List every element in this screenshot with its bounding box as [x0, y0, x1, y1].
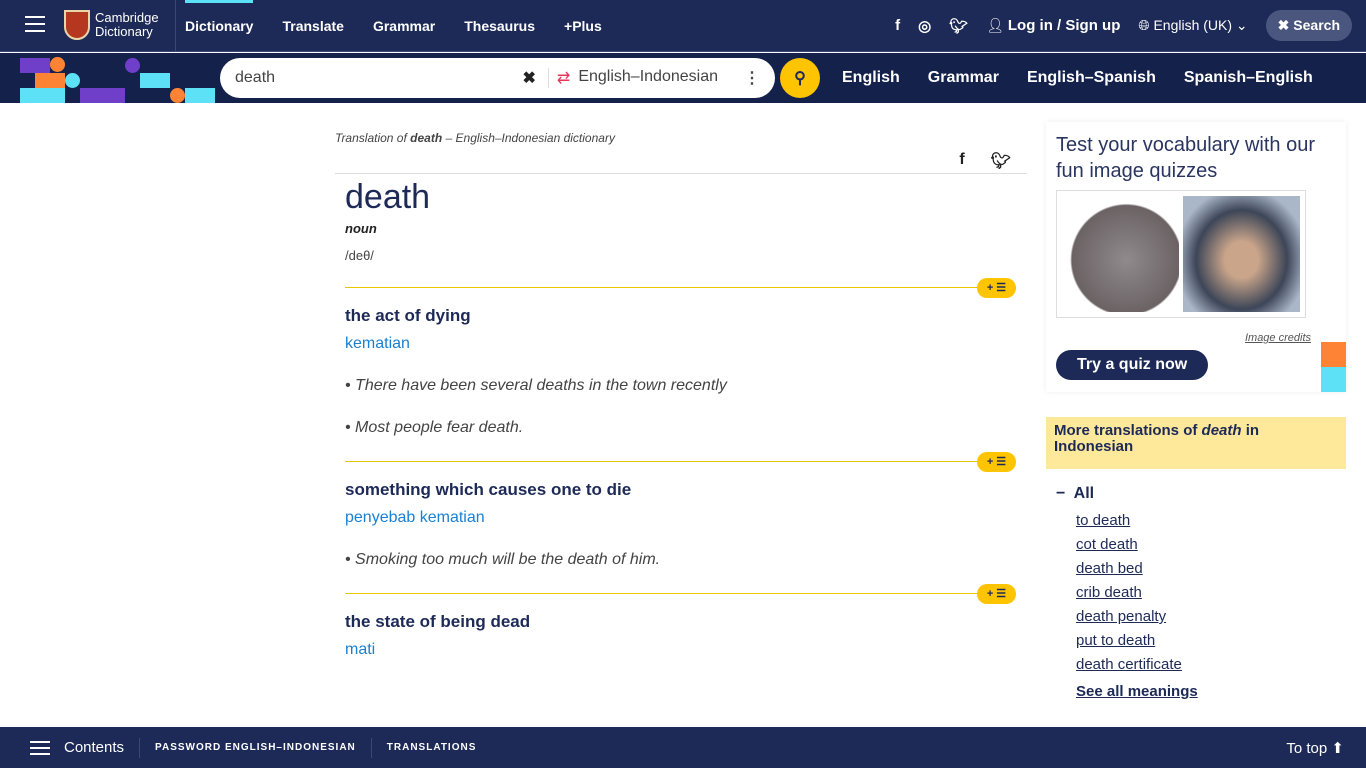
language-select[interactable]: 🌐︎ English (UK) ⌄	[1138, 17, 1247, 34]
meaning-link[interactable]: to death	[1076, 509, 1346, 533]
top-nav: Cambridge Dictionary Dictionary Translate…	[0, 0, 1366, 52]
image-credits-link[interactable]: Image credits	[1056, 332, 1311, 344]
guideword: the act of dying	[345, 306, 471, 325]
sidebar: Test your vocabulary with our fun image …	[1046, 122, 1346, 700]
search-toggle-button[interactable]: ✖ Search	[1265, 10, 1352, 41]
cambridge-shield-icon	[64, 10, 90, 40]
pronunciation: /deθ/	[345, 248, 374, 263]
try-quiz-button[interactable]: Try a quiz now	[1056, 350, 1209, 380]
add-to-list-button[interactable]: + ☰	[977, 278, 1016, 298]
seal-image	[1183, 196, 1300, 312]
guideword: something which causes one to die	[345, 480, 632, 499]
nav-translate[interactable]: Translate	[282, 18, 343, 34]
translation[interactable]: kematian	[345, 335, 1016, 353]
sense-block: + ☰ the act of dying kematian • There hav…	[335, 278, 1027, 437]
share-facebook-icon[interactable]: f	[959, 151, 964, 173]
to-top-button[interactable]: To top ⬆	[1286, 739, 1344, 757]
example: • There have been several deaths in the …	[345, 377, 727, 394]
nav-plus[interactable]: +Plus	[564, 18, 602, 34]
contents-menu-icon[interactable]	[30, 740, 50, 755]
contents-button[interactable]: Contents	[64, 739, 124, 756]
search-button[interactable]: ⚲	[780, 58, 820, 98]
logo-line2: Dictionary	[95, 24, 153, 39]
arrow-up-icon: ⬆	[1331, 739, 1344, 757]
translation[interactable]: mati	[345, 641, 1016, 659]
clear-icon[interactable]: ✖	[523, 68, 536, 88]
quiz-panel: Test your vocabulary with our fun image …	[1046, 122, 1346, 392]
meaning-link[interactable]: put to death	[1076, 629, 1346, 653]
twitter-icon[interactable]: 🐦︎	[949, 17, 968, 35]
sense-block: + ☰ the state of being dead mati	[335, 584, 1027, 659]
quiz-title: Test your vocabulary with our fun image …	[1056, 134, 1316, 182]
logo[interactable]: Cambridge Dictionary	[64, 10, 159, 40]
quiz-images[interactable]	[1056, 190, 1316, 328]
user-icon: 👤︎	[986, 17, 1008, 33]
divider	[175, 0, 176, 52]
headword: death	[345, 178, 431, 216]
facebook-icon[interactable]: f	[895, 17, 900, 34]
add-to-list-button[interactable]: + ☰	[977, 452, 1016, 472]
sense-block: + ☰ something which causes one to die pe…	[335, 452, 1027, 569]
more-icon[interactable]: ⋮	[744, 68, 760, 88]
instagram-icon[interactable]: ◎	[918, 17, 931, 35]
guideword: the state of being dead	[345, 612, 531, 631]
meaning-link[interactable]: crib death	[1076, 581, 1346, 605]
meaning-link[interactable]: death bed	[1076, 557, 1346, 581]
entry: Translation of death – English–Indonesia…	[335, 103, 1027, 659]
see-all-meanings-link[interactable]: See all meanings	[1046, 683, 1346, 700]
meaning-link[interactable]: death certificate	[1076, 653, 1346, 677]
hippo-image	[1062, 196, 1179, 312]
search-query[interactable]: death	[235, 69, 523, 87]
example: • Most people fear death.	[345, 419, 524, 436]
share-twitter-icon[interactable]: 🐦︎	[991, 151, 1011, 173]
search-icon: ⚲	[794, 70, 806, 87]
all-toggle[interactable]: − All	[1046, 485, 1346, 503]
link-grammar[interactable]: Grammar	[928, 69, 999, 87]
logo-line1: Cambridge	[95, 10, 159, 25]
nav-dictionary[interactable]: Dictionary	[185, 0, 254, 34]
breadcrumb: Translation of death – English–Indonesia…	[335, 131, 615, 145]
link-english[interactable]: English	[842, 69, 900, 87]
link-english-spanish[interactable]: English–Spanish	[1027, 69, 1156, 87]
add-to-list-button[interactable]: + ☰	[977, 584, 1016, 604]
more-translations-heading: More translations of death in Indonesian	[1046, 417, 1346, 469]
part-of-speech: noun	[345, 221, 377, 236]
swap-icon: ⇄	[556, 70, 571, 87]
menu-icon[interactable]	[25, 16, 45, 32]
meaning-link[interactable]: cot death	[1076, 533, 1346, 557]
globe-icon: 🌐︎	[1138, 17, 1154, 33]
close-icon: ✖	[1277, 17, 1294, 33]
nav-thesaurus[interactable]: Thesaurus	[464, 18, 535, 34]
dictionary-select[interactable]: ⇄ English–Indonesian ⋮	[547, 68, 760, 88]
meaning-link[interactable]: death penalty	[1076, 605, 1346, 629]
link-spanish-english[interactable]: Spanish–English	[1184, 69, 1313, 87]
search-input[interactable]: death ✖ ⇄ English–Indonesian ⋮	[220, 58, 775, 98]
footer-link-password[interactable]: PASSWORD ENGLISH–INDONESIAN	[155, 742, 356, 753]
footer-bar: Contents PASSWORD ENGLISH–INDONESIAN TRA…	[0, 727, 1366, 768]
search-bar: death ✖ ⇄ English–Indonesian ⋮ ⚲ English G…	[0, 53, 1366, 103]
nav-grammar[interactable]: Grammar	[373, 18, 435, 34]
footer-link-translations[interactable]: TRANSLATIONS	[387, 742, 477, 753]
login-link[interactable]: 👤︎ Log in / Sign up	[986, 17, 1120, 34]
translation[interactable]: penyebab kematian	[345, 509, 1016, 527]
example: • Smoking too much will be the death of …	[345, 551, 661, 568]
